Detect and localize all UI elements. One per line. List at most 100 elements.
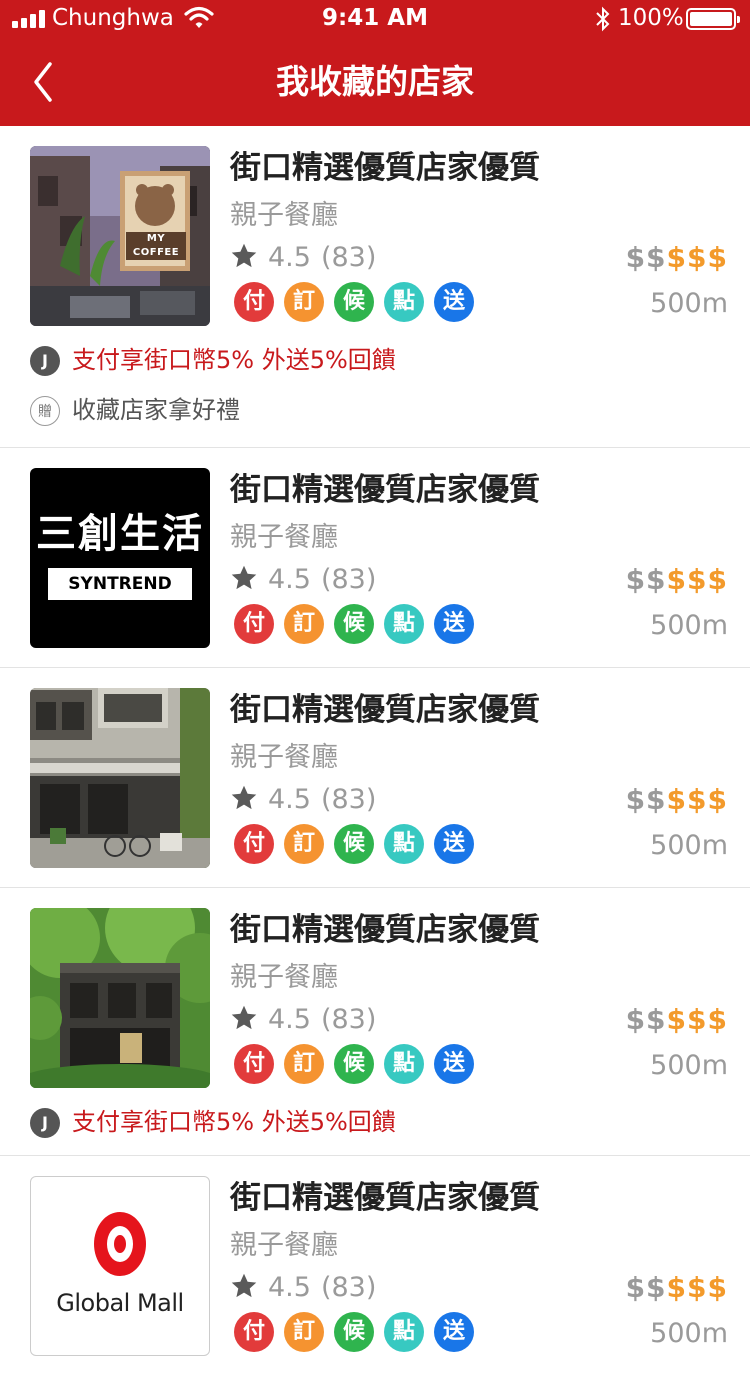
price-dim: $$ <box>625 241 667 274</box>
store-image-text: MY COFFEE <box>126 232 186 260</box>
badge-queue: 候 <box>334 282 374 322</box>
price-level: $$$$$ <box>626 238 728 278</box>
store-image <box>30 688 210 868</box>
rating-score: 4.5 <box>268 1004 311 1035</box>
price-active: $$$ <box>666 783 728 816</box>
star-icon <box>231 565 257 590</box>
price-level: $$$$$ <box>626 780 728 820</box>
store-rating: 4.5 (83) <box>230 1000 376 1040</box>
store-card[interactable]: 街口精選優質店家優質 親子餐廳 4.5 (83) $$$$$ 付訂候點送 500m… <box>0 888 750 1156</box>
badge-pay: 付 <box>234 282 274 322</box>
badge-order: 點 <box>384 282 424 322</box>
gift-icon: 贈 <box>30 396 60 426</box>
review-count: (83) <box>320 784 377 815</box>
store-distance: 500m <box>650 1318 728 1349</box>
badge-reserve: 訂 <box>284 282 324 322</box>
service-badges: 付訂候點送 <box>234 1312 484 1352</box>
app-header: Chunghwa 9:41 AM 100% 我收藏的店家 <box>0 0 750 126</box>
store-card[interactable]: 街口精選優質店家優質 親子餐廳 4.5 (83) $$$$$ 付訂候點送 500m <box>0 668 750 888</box>
store-image: Global Mall <box>30 1176 210 1356</box>
promo-cashback: J 支付享街口幣5% 外送5%回饋 <box>30 1102 396 1142</box>
promo-text: 收藏店家拿好禮 <box>72 396 240 424</box>
store-card[interactable]: Global Mall 街口精選優質店家優質 親子餐廳 4.5 (83) $$$$… <box>0 1156 750 1386</box>
badge-pay: 付 <box>234 1312 274 1352</box>
store-category: 親子餐廳 <box>230 200 338 231</box>
price-active: $$$ <box>666 1003 728 1036</box>
service-badges: 付訂候點送 <box>234 604 484 644</box>
store-category: 親子餐廳 <box>230 962 338 993</box>
price-dim: $$ <box>625 783 667 816</box>
review-count: (83) <box>320 242 377 273</box>
price-dim: $$ <box>625 1271 667 1304</box>
badge-queue: 候 <box>334 1044 374 1084</box>
rating-score: 4.5 <box>268 242 311 273</box>
badge-reserve: 訂 <box>284 604 324 644</box>
promo-gift: 贈收藏店家拿好禮 <box>30 390 240 430</box>
store-category: 親子餐廳 <box>230 522 338 553</box>
jko-coin-icon: J <box>30 346 60 376</box>
bluetooth-icon <box>596 6 610 32</box>
review-count: (83) <box>320 1272 377 1303</box>
store-name: 街口精選優質店家優質 <box>230 912 540 948</box>
store-card[interactable]: MY COFFEE 街口精選優質店家優質 親子餐廳 4.5 (83) $$$$$ … <box>0 126 750 448</box>
badge-reserve: 訂 <box>284 1044 324 1084</box>
store-image: MY COFFEE <box>30 146 210 326</box>
badge-pay: 付 <box>234 824 274 864</box>
badge-queue: 候 <box>334 1312 374 1352</box>
promo-text: 支付享街口幣5% 外送5%回饋 <box>72 1108 396 1136</box>
badge-order: 點 <box>384 604 424 644</box>
promo-cashback: J 支付享街口幣5% 外送5%回饋 <box>30 340 396 380</box>
price-active: $$$ <box>666 563 728 596</box>
status-bar: Chunghwa 9:41 AM 100% <box>0 0 750 40</box>
store-image-text: Global Mall <box>56 1289 184 1317</box>
price-dim: $$ <box>625 563 667 596</box>
review-count: (83) <box>320 1004 377 1035</box>
star-icon <box>231 243 257 268</box>
store-image: 三創生活 SYNTREND <box>30 468 210 648</box>
favorite-store-list: MY COFFEE 街口精選優質店家優質 親子餐廳 4.5 (83) $$$$$ … <box>0 126 750 1386</box>
store-image-subtext: SYNTREND <box>48 568 192 600</box>
store-rating: 4.5 (83) <box>230 238 376 278</box>
star-icon <box>231 1005 257 1030</box>
store-distance: 500m <box>650 1050 728 1081</box>
badge-queue: 候 <box>334 604 374 644</box>
badge-reserve: 訂 <box>284 1312 324 1352</box>
price-active: $$$ <box>666 1271 728 1304</box>
battery-icon <box>686 8 740 30</box>
service-badges: 付訂候點送 <box>234 282 484 322</box>
store-distance: 500m <box>650 830 728 861</box>
badge-delivery: 送 <box>434 824 474 864</box>
badge-delivery: 送 <box>434 604 474 644</box>
store-distance: 500m <box>650 610 728 641</box>
rating-score: 4.5 <box>268 1272 311 1303</box>
store-category: 親子餐廳 <box>230 1230 338 1261</box>
battery-percentage: 100% <box>618 5 684 31</box>
store-distance: 500m <box>650 288 728 319</box>
review-count: (83) <box>320 564 377 595</box>
badge-delivery: 送 <box>434 282 474 322</box>
store-name: 街口精選優質店家優質 <box>230 692 540 728</box>
badge-delivery: 送 <box>434 1044 474 1084</box>
service-badges: 付訂候點送 <box>234 1044 484 1084</box>
store-card[interactable]: 三創生活 SYNTREND 街口精選優質店家優質 親子餐廳 4.5 (83) $$… <box>0 448 750 668</box>
badge-delivery: 送 <box>434 1312 474 1352</box>
page-title: 我收藏的店家 <box>276 62 474 101</box>
price-level: $$$$$ <box>626 560 728 600</box>
badge-order: 點 <box>384 824 424 864</box>
price-level: $$$$$ <box>626 1000 728 1040</box>
price-active: $$$ <box>666 241 728 274</box>
store-name: 街口精選優質店家優質 <box>230 472 540 508</box>
promo-text: 支付享街口幣5% 外送5%回饋 <box>72 346 396 374</box>
store-image <box>30 908 210 1088</box>
store-category: 親子餐廳 <box>230 742 338 773</box>
rating-score: 4.5 <box>268 564 311 595</box>
jko-coin-icon: J <box>30 1108 60 1138</box>
badge-order: 點 <box>384 1044 424 1084</box>
badge-pay: 付 <box>234 1044 274 1084</box>
star-icon <box>231 785 257 810</box>
rating-score: 4.5 <box>268 784 311 815</box>
badge-reserve: 訂 <box>284 824 324 864</box>
store-name: 街口精選優質店家優質 <box>230 1180 540 1216</box>
store-image-text: 三創生活 <box>36 511 204 557</box>
star-icon <box>231 1273 257 1298</box>
